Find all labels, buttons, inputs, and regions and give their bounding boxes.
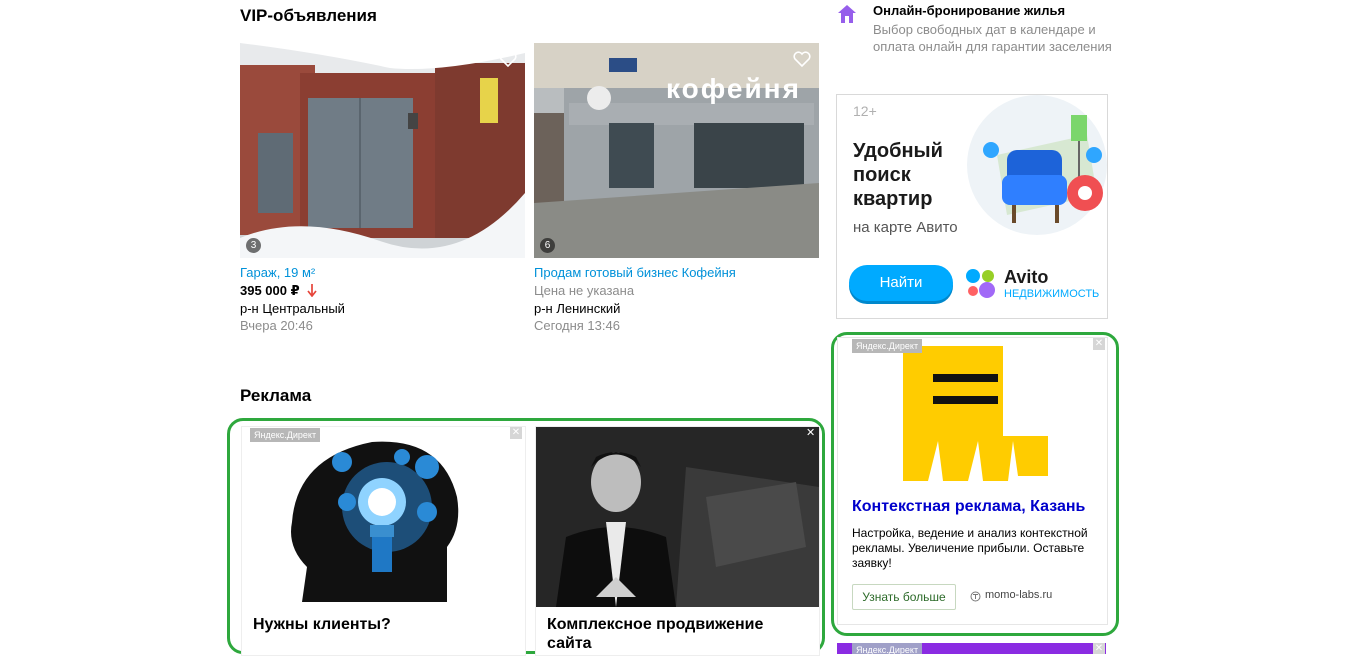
vip-card-1-price-row: 395 000 ₽: [240, 283, 317, 299]
favicon-icon: [970, 591, 981, 602]
direct-ad-title[interactable]: Контекстная реклама, Казань: [852, 498, 1085, 516]
yandex-direct-label: Яндекс.Директ: [250, 428, 321, 442]
avito-brand-sub: НЕДВИЖИМОСТЬ: [1004, 288, 1100, 300]
direct-ad-card[interactable]: Контекстная реклама, Казань Настройка, в…: [837, 337, 1108, 625]
ad-card-2[interactable]: Комплексное продвижение сайта: [535, 426, 820, 656]
brand-logo-image: [903, 346, 1048, 481]
close-icon[interactable]: ✕: [1093, 338, 1105, 350]
ad-businessman-image: [536, 427, 819, 607]
heart-icon[interactable]: [793, 51, 811, 67]
booking-text: Выбор свободных дат в календаре и оплата…: [873, 22, 1112, 54]
ad-card-2-caption: Комплексное продвижение сайта: [547, 616, 764, 652]
vip-card-2-title[interactable]: Продам готовый бизнес Кофейня: [534, 265, 736, 280]
close-icon[interactable]: ✕: [806, 426, 815, 439]
vip-card-1-district: р-н Центральный: [240, 301, 345, 316]
direct-ad-domain[interactable]: momo-labs.ru: [985, 589, 1052, 601]
vip-card-2-date: Сегодня 13:46: [534, 318, 620, 333]
armchair-map-illustration: [967, 95, 1107, 235]
vip-card-1-photo[interactable]: 3: [240, 43, 525, 258]
next-ad-card[interactable]: Яндекс.Директ ✕: [837, 643, 1106, 654]
photo-count-badge: 3: [246, 238, 261, 253]
avito-brand: Avito: [1004, 267, 1049, 287]
direct-ad-text: Настройка, ведение и анализ контекстной …: [852, 526, 1088, 570]
garage-photo: [240, 43, 525, 258]
ad-card-1[interactable]: Нужны клиенты?: [241, 426, 526, 656]
vip-card-2-price: Цена не указана: [534, 283, 635, 298]
photo-count-badge: 6: [540, 238, 555, 253]
vip-heading: VIP-объявления: [240, 6, 377, 25]
avito-subline: на карте Авито: [853, 219, 958, 236]
find-button[interactable]: Найти: [849, 265, 953, 301]
avito-headline: Удобный поиск квартир: [853, 140, 943, 210]
yandex-direct-label: Яндекс.Директ: [852, 339, 923, 353]
coffee-sign: кофейня: [666, 73, 801, 104]
ad-head-bulb-image: [242, 427, 525, 607]
avito-banner[interactable]: 12+ Удобный поиск квартир на карте Авито…: [836, 94, 1108, 319]
vip-card-1-price: 395 000 ₽: [240, 283, 300, 298]
avito-logo-icon: [966, 269, 995, 298]
learn-more-button[interactable]: Узнать больше: [852, 584, 956, 610]
arrow-down-icon: [307, 284, 317, 298]
yandex-direct-label: Яндекс.Директ: [852, 643, 923, 654]
house-icon: [838, 5, 856, 23]
close-icon[interactable]: ✕: [1093, 643, 1105, 654]
vip-card-2-district: р-н Ленинский: [534, 301, 621, 316]
vip-card-2-photo[interactable]: кофейня 6: [534, 43, 819, 258]
heart-icon[interactable]: [499, 51, 517, 67]
age-rating: 12+: [853, 103, 877, 119]
vip-card-1-title[interactable]: Гараж, 19 м²: [240, 265, 315, 280]
ads-heading: Реклама: [240, 386, 312, 405]
ad-card-1-caption: Нужны клиенты?: [253, 616, 391, 633]
close-icon[interactable]: ✕: [510, 427, 522, 439]
vip-card-1-date: Вчера 20:46: [240, 318, 313, 333]
booking-title[interactable]: Онлайн-бронирование жилья: [873, 3, 1065, 18]
